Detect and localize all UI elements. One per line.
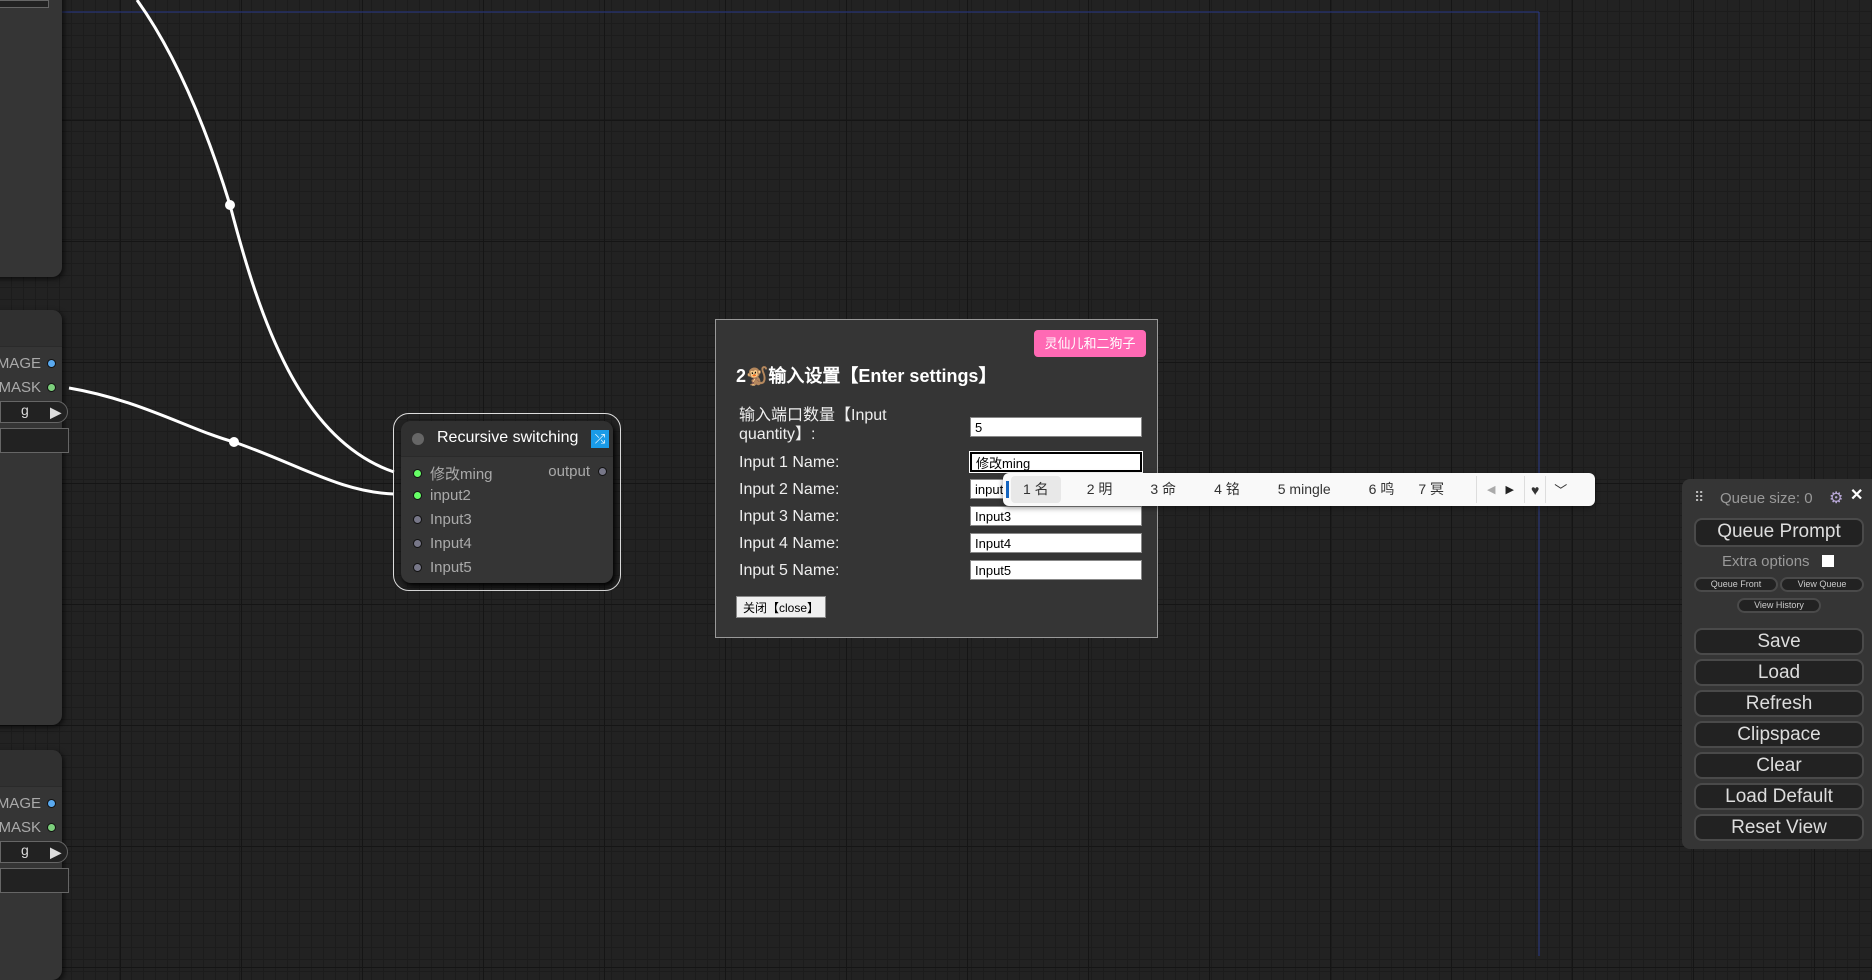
input-name-label: Input 4 Name: xyxy=(739,535,840,552)
input-name-label: Input 5 Name: xyxy=(739,562,840,579)
input-dot[interactable] xyxy=(413,539,422,548)
queue-size: Queue size: 0 xyxy=(1720,490,1813,507)
input-name-label: Input 2 Name: xyxy=(739,481,840,498)
gear-icon[interactable]: ⚙ xyxy=(1829,488,1843,508)
save-button[interactable]: Save xyxy=(1694,628,1864,655)
ime-candidate[interactable]: 7 冥 xyxy=(1406,476,1456,503)
chevron-down-icon[interactable]: ﹀ xyxy=(1554,480,1567,499)
link-midpoint xyxy=(229,437,239,447)
ime-candidate[interactable]: 4 铭 xyxy=(1202,476,1252,503)
output-dot[interactable] xyxy=(598,467,607,476)
arrow-right-icon: ▶ xyxy=(50,404,61,420)
queue-prompt-button[interactable]: Queue Prompt xyxy=(1694,518,1864,547)
input-name-label: Input 3 Name: xyxy=(739,508,840,525)
input-label: Input4 xyxy=(430,535,472,552)
close-icon[interactable]: ✕ xyxy=(1850,485,1863,505)
input-dot[interactable] xyxy=(413,515,422,524)
sticker-icon[interactable]: ♥ xyxy=(1531,482,1539,498)
output-label: MASK xyxy=(0,819,41,836)
widget-box[interactable] xyxy=(0,868,69,893)
ime-candidate[interactable]: 3 命 xyxy=(1138,476,1188,503)
left-node-2[interactable]: MAGE MASK g ▶ xyxy=(0,310,69,725)
output-label: MAGE xyxy=(0,355,41,372)
output-dot[interactable] xyxy=(47,359,56,368)
clear-button[interactable]: Clear xyxy=(1694,752,1864,779)
widget-box[interactable] xyxy=(0,0,49,8)
input-label: input2 xyxy=(430,487,471,504)
next-page-icon[interactable]: ▶ xyxy=(1506,483,1514,496)
refresh-button[interactable]: Refresh xyxy=(1694,690,1864,717)
author-badge[interactable]: 灵仙儿和二狗子 xyxy=(1034,330,1146,357)
shuffle-icon: ⤮ xyxy=(591,430,609,448)
widget-box[interactable] xyxy=(0,428,69,453)
input-1-name-field[interactable] xyxy=(969,451,1143,473)
close-button[interactable]: 关闭【close】 xyxy=(736,596,827,618)
view-history-button[interactable]: View History xyxy=(1737,598,1821,613)
extra-options-checkbox[interactable] xyxy=(1822,555,1834,567)
output-label: MAGE xyxy=(0,795,41,812)
queue-front-button[interactable]: Queue Front xyxy=(1694,577,1778,592)
load-default-button[interactable]: Load Default xyxy=(1694,783,1864,810)
node-title: Recursive switching xyxy=(437,429,579,446)
input-label: Input3 xyxy=(430,511,472,528)
input-dot[interactable] xyxy=(413,469,422,478)
prev-page-icon[interactable]: ◀ xyxy=(1487,483,1495,496)
input-dot[interactable] xyxy=(413,491,422,500)
input-label: Input5 xyxy=(430,559,472,576)
quantity-input[interactable] xyxy=(970,417,1142,437)
drag-handle-icon[interactable]: ⠿ xyxy=(1694,489,1704,506)
view-queue-button[interactable]: View Queue xyxy=(1780,577,1864,592)
output-label: MASK xyxy=(0,379,41,396)
combo-widget[interactable]: g ▶ xyxy=(0,841,68,863)
input-4-name-field[interactable] xyxy=(970,533,1142,553)
output-dot[interactable] xyxy=(47,823,56,832)
ime-candidate[interactable]: 1 名 xyxy=(1011,476,1061,503)
node-header[interactable] xyxy=(0,750,62,787)
output-dot[interactable] xyxy=(47,799,56,808)
link-midpoint xyxy=(225,200,235,210)
link-wire xyxy=(135,0,395,474)
left-node-1[interactable] xyxy=(0,0,62,277)
input-dot[interactable] xyxy=(413,563,422,572)
output-label: output xyxy=(548,463,590,480)
quantity-label: 输入端口数量【Input quantity】: xyxy=(739,407,887,443)
output-dot[interactable] xyxy=(47,383,56,392)
node-header[interactable] xyxy=(0,310,62,347)
node-title-bar[interactable]: Recursive switching ⤮ xyxy=(401,421,613,457)
input-label: 修改ming xyxy=(430,466,493,483)
ime-candidate[interactable]: 5 mingle xyxy=(1266,476,1343,503)
reset-view-button[interactable]: Reset View xyxy=(1694,814,1864,841)
dialog-title: 2🐒输入设置【Enter settings】 xyxy=(736,366,997,386)
ime-caret xyxy=(1006,481,1009,498)
ime-candidate[interactable]: 2 明 xyxy=(1075,476,1125,503)
load-button[interactable]: Load xyxy=(1694,659,1864,686)
input-name-label: Input 1 Name: xyxy=(739,454,840,471)
queue-panel: ⠿ Queue size: 0 ⚙ ✕ Queue Prompt Extra o… xyxy=(1682,479,1872,849)
combo-widget[interactable]: g ▶ xyxy=(0,401,68,423)
clipspace-button[interactable]: Clipspace xyxy=(1694,721,1864,748)
ime-candidate-bar[interactable]: 1 名 2 明 3 命 4 铭 5 mingle 6 鸣 7 冥 ◀ ▶ ♥ ﹀ xyxy=(1003,473,1595,506)
ime-candidate[interactable]: 6 鸣 xyxy=(1357,476,1407,503)
extra-options-label: Extra options xyxy=(1722,553,1810,570)
arrow-right-icon: ▶ xyxy=(50,844,61,860)
input-3-name-field[interactable] xyxy=(970,506,1142,526)
collapse-dot[interactable] xyxy=(412,433,424,445)
input-5-name-field[interactable] xyxy=(970,560,1142,580)
left-node-3[interactable]: MAGE MASK g ▶ xyxy=(0,750,69,980)
recursive-switching-node[interactable]: Recursive switching ⤮ 修改ming input2 Inpu… xyxy=(393,413,621,591)
